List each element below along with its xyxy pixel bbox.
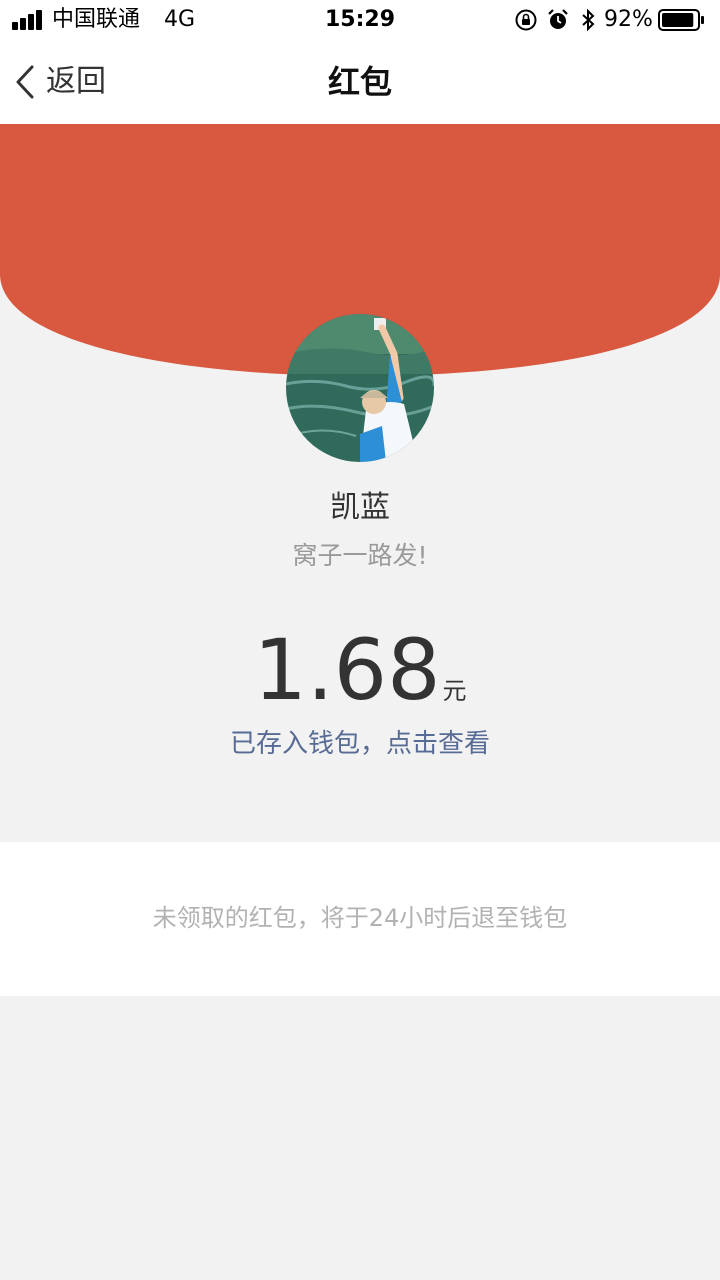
amount-row: 1.68元 <box>0 622 720 718</box>
sender-name: 凯蓝 <box>330 490 390 525</box>
alarm-icon <box>548 9 568 29</box>
refund-notice: 未领取的红包，将于24小时后退至钱包 <box>152 904 568 932</box>
page-title: 红包 <box>327 63 392 101</box>
amount-unit: 元 <box>442 677 467 705</box>
sender-avatar[interactable] <box>286 314 434 462</box>
red-packet-detail-page: 中国联通 4G 15:29 92% 返回 红包 凯蓝 窝子一路发! 1.68元 … <box>0 0 720 1280</box>
greeting-message: 窝子一路发! <box>292 541 428 570</box>
bluetooth-icon <box>582 8 595 32</box>
view-wallet-link[interactable]: 已存入钱包，点击查看 <box>0 724 720 764</box>
amount-value: 1.68 <box>253 621 441 719</box>
orientation-lock-icon <box>515 9 537 31</box>
battery-percent: 92% <box>604 7 653 32</box>
status-bar: 中国联通 4G 15:29 92% <box>0 0 720 40</box>
notice-panel: 未领取的红包，将于24小时后退至钱包 <box>0 842 720 996</box>
navigation-bar: 返回 红包 <box>0 40 720 124</box>
battery-icon <box>658 9 704 31</box>
